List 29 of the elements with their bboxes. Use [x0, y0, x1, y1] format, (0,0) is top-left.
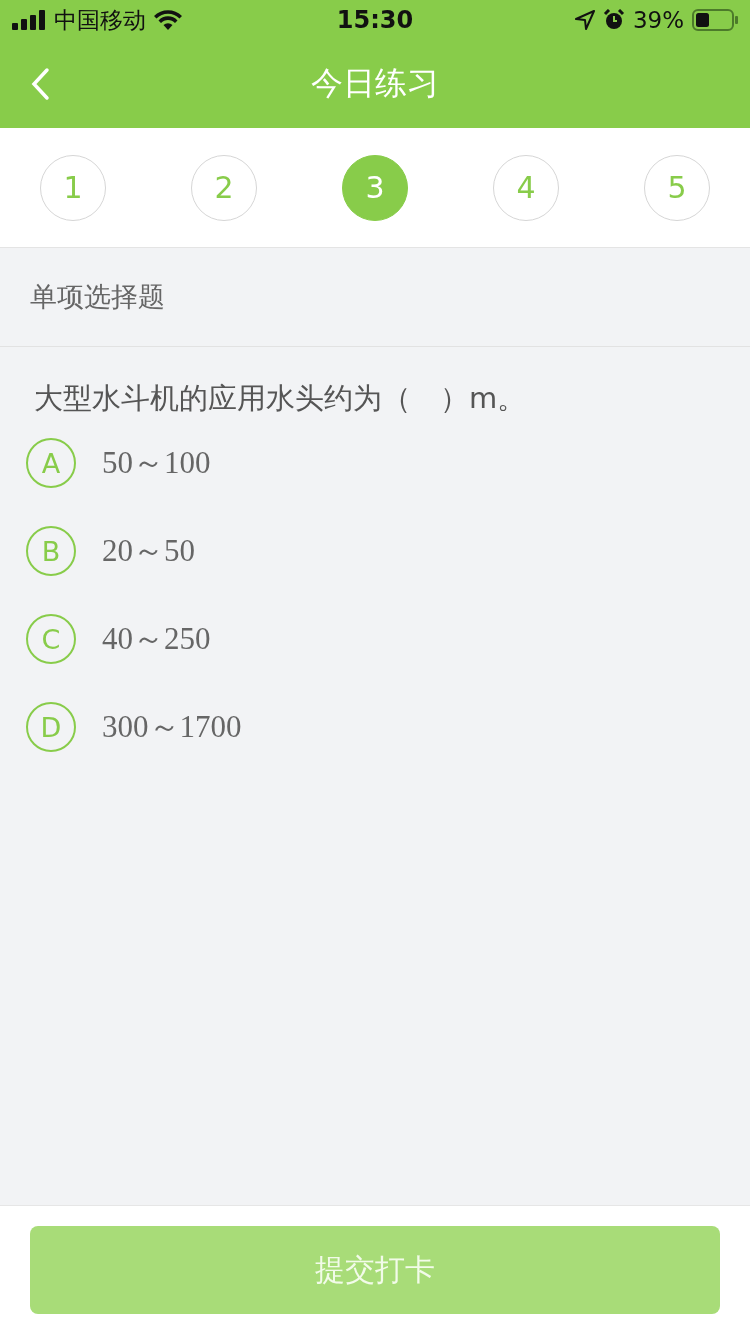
option-letter: C	[26, 614, 76, 664]
question-number-tab[interactable]: 1	[40, 154, 106, 221]
question-number-tab[interactable]: 4	[493, 154, 559, 221]
question-number-tab[interactable]: 3	[342, 154, 408, 221]
answer-option[interactable]: D 300～1700	[26, 683, 724, 771]
battery-icon	[692, 9, 738, 31]
status-time: 15:30	[336, 6, 414, 34]
page-title: 今日练习	[311, 63, 439, 104]
question-text: 大型水斗机的应用水头约为（ ）m。	[33, 380, 528, 417]
location-arrow-icon	[574, 10, 595, 30]
option-letter: D	[26, 702, 76, 752]
question-number-tab[interactable]: 2	[191, 154, 257, 221]
option-text: 40～250	[102, 620, 211, 658]
battery-percent: 39%	[632, 7, 684, 33]
answer-option[interactable]: B 20～50	[26, 507, 724, 595]
alarm-clock-icon	[602, 9, 625, 31]
answer-option[interactable]: C 40～250	[26, 595, 724, 683]
answer-option[interactable]: A 50～100	[26, 419, 724, 507]
option-text: 20～50	[102, 532, 195, 570]
option-text: 50～100	[102, 444, 211, 482]
back-chevron-icon	[30, 67, 50, 101]
question-number-tab[interactable]: 5	[644, 154, 710, 221]
carrier-name: 中国移动	[54, 5, 146, 35]
option-letter: A	[26, 438, 76, 488]
option-text: 300～1700	[102, 708, 242, 746]
option-letter: B	[26, 526, 76, 576]
wifi-icon	[154, 10, 182, 30]
signal-icon	[12, 10, 46, 30]
section-title: 单项选择题	[30, 280, 165, 314]
